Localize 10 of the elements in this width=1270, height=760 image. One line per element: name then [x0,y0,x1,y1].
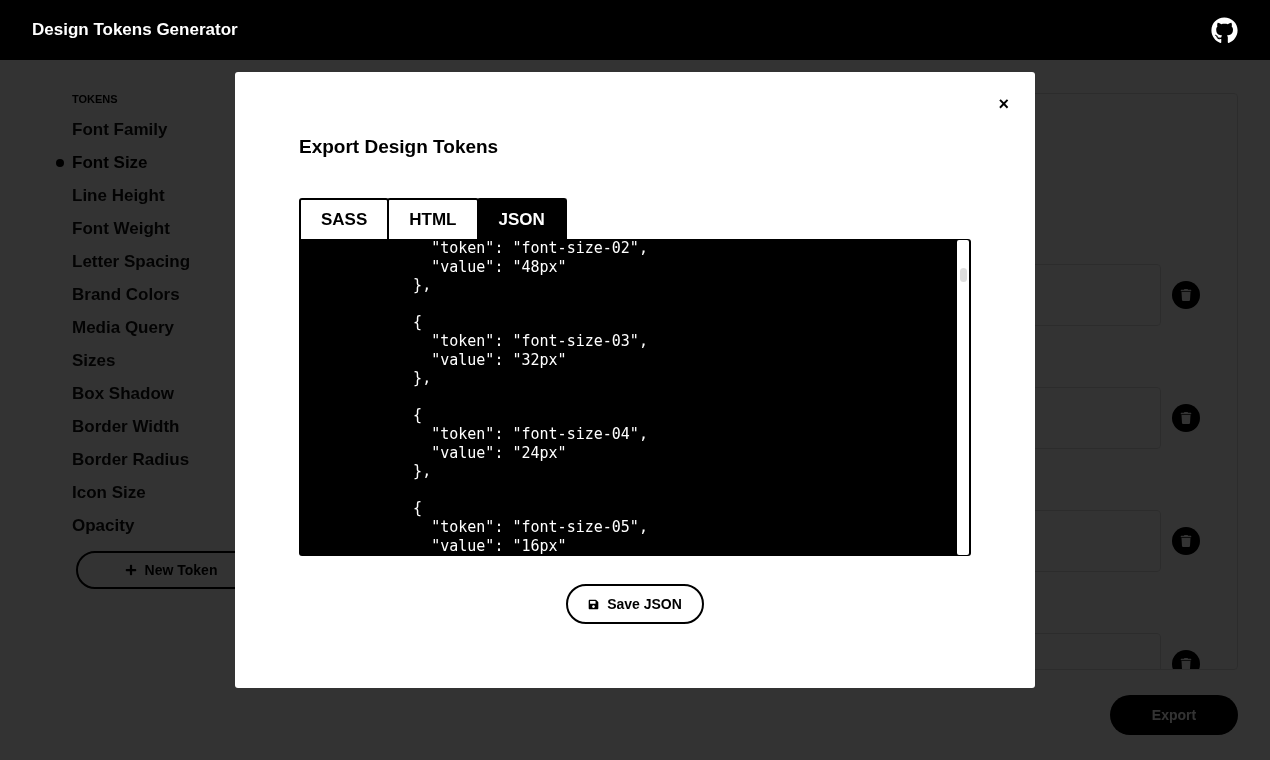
format-tab[interactable]: SASS [299,198,390,239]
close-button[interactable]: × [994,92,1013,117]
code-text: "token": "font-size-02", "value": "48px" }, { "token": "font-size-03", "value": "32px" }, { "token": "font-size-04", "value": "24px" }, { "token": "font-size-05", "value": "16px" [412,239,649,556]
app-title: Design Tokens Generator [32,20,238,40]
scrollbar[interactable] [957,240,969,555]
format-tab[interactable]: JSON [476,198,567,239]
save-icon [588,598,600,610]
github-logo-icon[interactable] [1211,16,1238,44]
save-json-button[interactable]: Save JSON [566,584,704,624]
dialog-title: Export Design Tokens [299,136,500,158]
